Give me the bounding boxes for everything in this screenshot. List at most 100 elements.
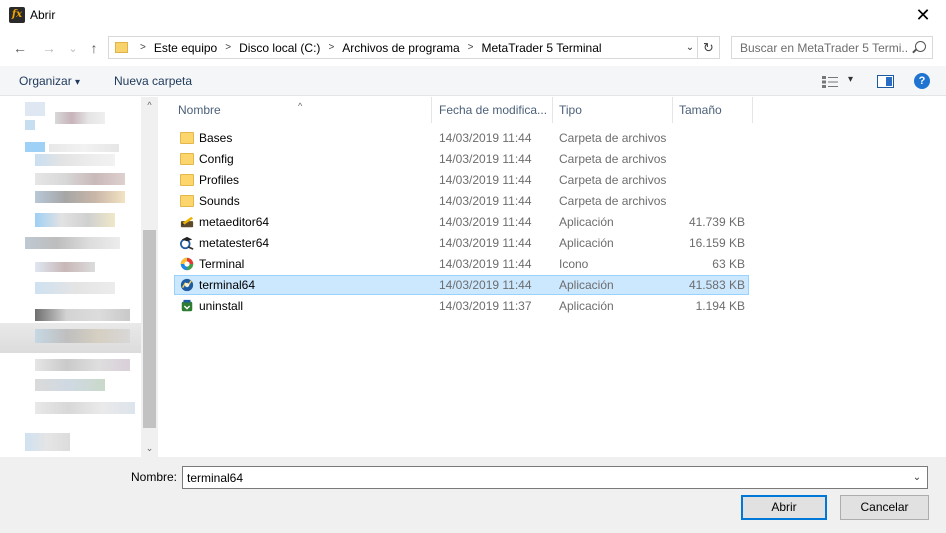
folder-icon — [115, 42, 128, 53]
blurred-nav-item[interactable] — [35, 402, 135, 432]
back-button[interactable]: ← — [11, 38, 29, 58]
blurred-nav-item[interactable] — [25, 433, 70, 451]
file-row-profiles[interactable]: Profiles 14/03/2019 11:44 Carpeta de arc… — [174, 170, 749, 190]
scroll-down-button[interactable]: ⌄ — [141, 440, 158, 457]
file-name: Profiles — [199, 173, 240, 187]
forward-button[interactable]: → — [40, 38, 58, 58]
chevron-down-icon: ⌄ — [912, 472, 922, 483]
file-date: 14/03/2019 11:44 — [439, 152, 532, 166]
file-name: Terminal — [199, 257, 245, 271]
file-row-metaeditor64[interactable]: metaeditor64 14/03/2019 11:44 Aplicación… — [174, 212, 749, 232]
blurred-nav-item-selected[interactable] — [0, 323, 141, 353]
breadcrumb-metatrader[interactable]: MetaTrader 5 Terminal — [482, 41, 602, 55]
file-type: Aplicación — [559, 278, 614, 292]
address-dropdown-button[interactable]: ⌄ — [683, 40, 697, 56]
file-date: 14/03/2019 11:44 — [439, 257, 532, 271]
file-size: 41.739 KB — [688, 215, 745, 229]
file-type: Aplicación — [559, 215, 614, 229]
file-row-metatester64[interactable]: metatester64 14/03/2019 11:44 Aplicación… — [174, 233, 749, 253]
file-name: terminal64 — [199, 278, 256, 292]
file-date: 14/03/2019 11:44 — [439, 278, 532, 292]
filename-dropdown-button[interactable]: ⌄ — [909, 469, 925, 486]
file-date: 14/03/2019 11:44 — [439, 173, 532, 187]
file-row-bases[interactable]: Bases 14/03/2019 11:44 Carpeta de archiv… — [174, 128, 749, 148]
file-list[interactable]: Nombre ^ Fecha de modifica... Tipo Tamañ… — [158, 97, 946, 457]
file-date: 14/03/2019 11:44 — [439, 215, 532, 229]
file-type: Carpeta de archivos — [559, 194, 667, 208]
file-type: Icono — [559, 257, 589, 271]
blurred-nav-item[interactable] — [35, 173, 125, 213]
filename-input[interactable] — [183, 467, 903, 488]
metatester-icon — [180, 236, 194, 250]
scroll-up-button[interactable]: ^ — [141, 97, 158, 114]
arrow-up-icon: ↑ — [90, 40, 98, 56]
cancel-button[interactable]: Cancelar — [840, 495, 929, 520]
file-size: 1.194 KB — [695, 299, 745, 313]
breadcrumb-separator[interactable]: > — [140, 42, 146, 53]
uninstall-icon — [181, 299, 193, 312]
app-icon: fx — [9, 7, 25, 23]
file-name: uninstall — [199, 299, 244, 313]
file-row-config[interactable]: Config 14/03/2019 11:44 Carpeta de archi… — [174, 149, 749, 169]
help-icon: ? — [918, 75, 926, 87]
blurred-nav-item[interactable] — [25, 213, 120, 253]
folder-icon — [180, 195, 194, 207]
preview-pane-button[interactable] — [877, 75, 894, 88]
organize-button[interactable]: Organizar ▾ — [19, 74, 80, 88]
file-date: 14/03/2019 11:44 — [439, 131, 532, 145]
address-bar[interactable]: > Este equipo > Disco local (C:) > Archi… — [108, 36, 720, 59]
column-header-date[interactable]: Fecha de modifica... — [433, 97, 553, 123]
close-icon: ✕ — [915, 5, 931, 25]
breadcrumb-separator[interactable]: > — [468, 42, 474, 53]
details-view-icon — [822, 76, 838, 88]
column-header-name[interactable]: Nombre ^ — [172, 97, 432, 123]
file-date: 14/03/2019 11:37 — [439, 299, 532, 313]
preview-pane-icon — [886, 77, 892, 86]
filename-combobox[interactable]: ⌄ — [182, 466, 928, 489]
search-box[interactable] — [731, 36, 933, 59]
chevron-down-icon: ▾ — [75, 77, 81, 88]
search-input[interactable] — [732, 37, 907, 58]
file-date: 14/03/2019 11:44 — [439, 194, 532, 208]
blurred-nav-item[interactable] — [35, 359, 130, 399]
filename-label: Nombre: — [131, 470, 178, 484]
recent-locations-button[interactable]: ⌄ — [64, 38, 82, 58]
column-header-type[interactable]: Tipo — [553, 97, 673, 123]
file-size: 63 KB — [712, 257, 745, 271]
metaeditor-icon — [180, 216, 194, 228]
new-folder-button[interactable]: Nueva carpeta — [114, 74, 192, 88]
breadcrumb-este-equipo[interactable]: Este equipo — [154, 41, 217, 55]
file-size: 41.583 KB — [688, 278, 745, 292]
navigation-pane-scrollbar[interactable]: ^ ⌄ — [141, 97, 158, 457]
blurred-nav-item[interactable] — [25, 142, 120, 166]
file-row-sounds[interactable]: Sounds 14/03/2019 11:44 Carpeta de archi… — [174, 191, 749, 211]
refresh-button[interactable]: ↻ — [697, 37, 719, 58]
breadcrumb-separator[interactable]: > — [225, 42, 231, 53]
blurred-nav-item[interactable] — [35, 262, 115, 302]
breadcrumb-archivos-de-programa[interactable]: Archivos de programa — [342, 41, 459, 55]
arrow-left-icon: ← — [13, 40, 27, 56]
blurred-nav-item[interactable] — [35, 309, 130, 321]
close-button[interactable]: ✕ — [900, 0, 946, 31]
file-name: Sounds — [199, 194, 240, 208]
up-button[interactable]: ↑ — [85, 38, 103, 58]
file-type: Carpeta de archivos — [559, 131, 667, 145]
file-name: metatester64 — [199, 236, 270, 250]
sort-ascending-icon: ^ — [298, 101, 303, 111]
navigation-pane[interactable] — [0, 97, 158, 457]
file-name: Bases — [199, 131, 233, 145]
file-row-terminal[interactable]: Terminal 14/03/2019 11:44 Icono 63 KB — [174, 254, 749, 274]
help-button[interactable]: ? — [914, 73, 930, 89]
breadcrumb-disco-local[interactable]: Disco local (C:) — [239, 41, 320, 55]
blurred-nav-item[interactable] — [25, 102, 105, 130]
open-button[interactable]: Abrir — [741, 495, 827, 520]
file-row-terminal64[interactable]: terminal64 14/03/2019 11:44 Aplicación 4… — [174, 275, 749, 295]
chevron-down-icon: ⌄ — [685, 42, 695, 53]
column-header-name-label: Nombre — [178, 103, 221, 117]
column-header-size[interactable]: Tamaño — [673, 97, 753, 123]
view-options-button[interactable]: ▾ — [822, 74, 860, 90]
scrollbar-thumb[interactable] — [143, 230, 156, 428]
chevron-down-icon: ▾ — [848, 74, 854, 85]
breadcrumb-separator[interactable]: > — [328, 42, 334, 53]
file-row-uninstall[interactable]: uninstall 14/03/2019 11:37 Aplicación 1.… — [174, 296, 749, 316]
